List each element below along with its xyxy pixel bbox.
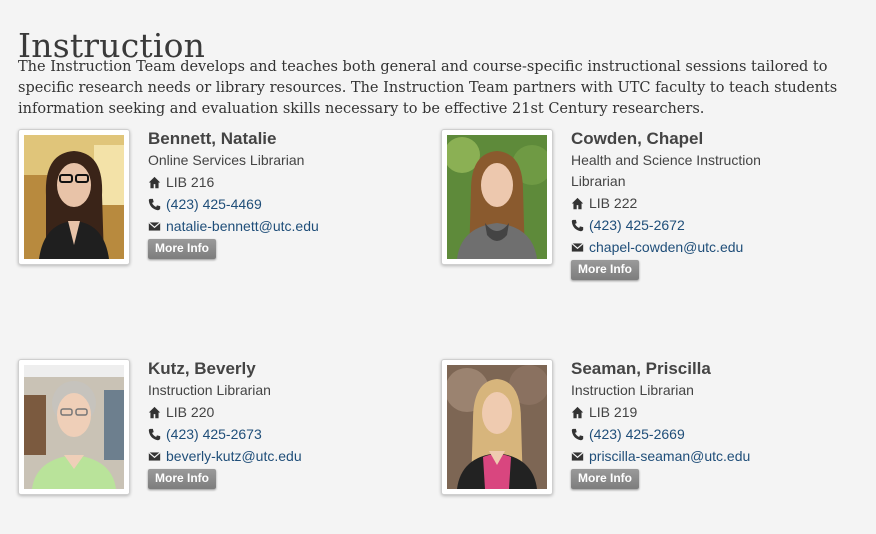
- staff-phone-text[interactable]: (423) 425-4469: [166, 193, 262, 215]
- staff-email-link[interactable]: beverly-kutz@utc.edu: [166, 445, 302, 467]
- home-icon: [571, 197, 584, 209]
- staff-title: Instruction Librarian: [571, 382, 694, 398]
- staff-room-text: LIB 220: [166, 404, 215, 420]
- more-info-button[interactable]: More Info: [148, 239, 216, 259]
- phone-icon: [148, 198, 161, 210]
- more-info-button[interactable]: More Info: [571, 260, 639, 280]
- staff-email-link[interactable]: chapel-cowden@utc.edu: [589, 236, 743, 258]
- envelope-icon: [571, 242, 584, 252]
- staff-phone: (423) 425-4469: [148, 193, 408, 215]
- phone-icon: [571, 428, 584, 440]
- staff-room: LIB 219: [571, 401, 831, 423]
- staff-title: Online Services Librarian: [148, 152, 305, 168]
- phone-icon: [571, 219, 584, 231]
- staff-phone: (423) 425-2669: [571, 423, 831, 445]
- staff-room-text: LIB 219: [589, 404, 638, 420]
- intro-paragraph: The Instruction Team develops and teache…: [18, 59, 838, 117]
- staff-phone: (423) 425-2673: [148, 423, 408, 445]
- staff-email-link[interactable]: priscilla-seaman@utc.edu: [589, 445, 750, 467]
- staff-name[interactable]: Kutz, Beverly: [148, 359, 408, 379]
- staff-phone-text[interactable]: (423) 425-2673: [166, 423, 262, 445]
- more-info-button[interactable]: More Info: [571, 469, 639, 489]
- staff-photo[interactable]: [24, 135, 124, 259]
- staff-name[interactable]: Cowden, Chapel: [571, 129, 831, 149]
- home-icon: [148, 406, 161, 418]
- staff-title: Instruction Librarian: [148, 382, 271, 398]
- staff-room: LIB 216: [148, 171, 408, 193]
- home-icon: [571, 406, 584, 418]
- staff-photo-frame: [18, 359, 130, 495]
- staff-photo-frame: [441, 359, 553, 495]
- staff-phone-text[interactable]: (423) 425-2669: [589, 423, 685, 445]
- staff-email-link[interactable]: natalie-bennett@utc.edu: [166, 215, 319, 237]
- phone-icon: [148, 428, 161, 440]
- staff-photo[interactable]: [24, 365, 124, 489]
- staff-email: natalie-bennett@utc.edu: [148, 215, 408, 237]
- staff-card: Seaman, Priscilla Instruction Librarian …: [441, 359, 861, 509]
- home-icon: [148, 176, 161, 188]
- staff-phone-text[interactable]: (423) 425-2672: [589, 214, 685, 236]
- staff-room-text: LIB 216: [166, 174, 215, 190]
- envelope-icon: [148, 451, 161, 461]
- envelope-icon: [148, 221, 161, 231]
- staff-phone: (423) 425-2672: [571, 214, 831, 236]
- more-info-button[interactable]: More Info: [148, 469, 216, 489]
- envelope-icon: [571, 451, 584, 461]
- staff-title: Health and Science Instruction Librarian: [571, 152, 761, 189]
- staff-email: beverly-kutz@utc.edu: [148, 445, 408, 467]
- staff-photo[interactable]: [447, 135, 547, 259]
- staff-name[interactable]: Bennett, Natalie: [148, 129, 408, 149]
- staff-email: priscilla-seaman@utc.edu: [571, 445, 831, 467]
- staff-card: Bennett, Natalie Online Services Librari…: [18, 129, 438, 279]
- staff-room-text: LIB 222: [589, 195, 638, 211]
- staff-name[interactable]: Seaman, Priscilla: [571, 359, 831, 379]
- staff-photo-frame: [18, 129, 130, 265]
- staff-email: chapel-cowden@utc.edu: [571, 236, 831, 258]
- staff-photo-frame: [441, 129, 553, 265]
- staff-photo[interactable]: [447, 365, 547, 489]
- staff-room: LIB 222: [571, 192, 831, 214]
- staff-card: Cowden, Chapel Health and Science Instru…: [441, 129, 861, 280]
- staff-card: Kutz, Beverly Instruction Librarian LIB …: [18, 359, 438, 509]
- staff-room: LIB 220: [148, 401, 408, 423]
